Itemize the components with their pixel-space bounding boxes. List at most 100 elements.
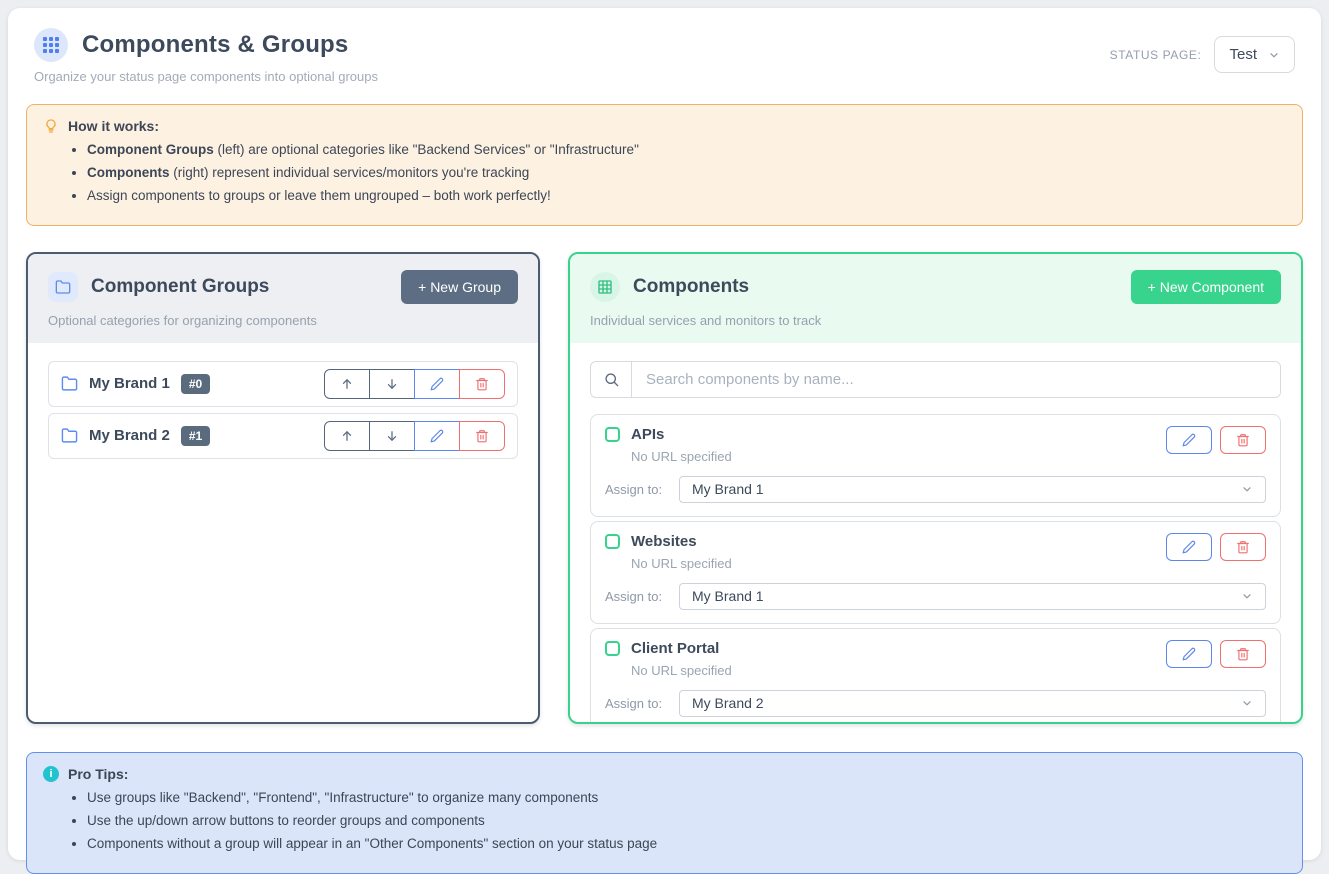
assign-group-select[interactable]: My Brand 1 <box>679 476 1266 503</box>
components-panel-subtitle: Individual services and monitors to trac… <box>590 313 1281 328</box>
component-card: Websites No URL specified Assign to: <box>590 521 1281 624</box>
how-it-works-item: Assign components to groups or leave the… <box>87 187 1286 205</box>
groups-panel-title: Component Groups <box>91 276 269 298</box>
status-page-value: Test <box>1229 46 1257 63</box>
components-groups-page: Components & Groups Organize your status… <box>8 8 1321 860</box>
status-page-select[interactable]: Test <box>1214 36 1295 73</box>
info-icon: i <box>43 766 59 782</box>
assign-to-label: Assign to: <box>605 696 667 711</box>
edit-component-button[interactable] <box>1166 533 1212 561</box>
trash-icon <box>1236 647 1250 661</box>
delete-component-button[interactable] <box>1220 533 1266 561</box>
delete-component-button[interactable] <box>1220 426 1266 454</box>
assigned-group-value: My Brand 2 <box>692 695 764 711</box>
trash-icon <box>1236 540 1250 554</box>
page-subtitle: Organize your status page components int… <box>34 69 378 84</box>
folder-icon <box>61 427 78 444</box>
component-card: Client Portal No URL specified Assign to… <box>590 628 1281 722</box>
assigned-group-value: My Brand 1 <box>692 588 764 604</box>
group-name: My Brand 2 <box>89 427 170 444</box>
component-checkbox[interactable] <box>605 534 620 549</box>
how-it-works-title: How it works: <box>68 118 159 134</box>
move-up-button[interactable] <box>324 421 370 451</box>
edit-component-button[interactable] <box>1166 640 1212 668</box>
components-list: APIs No URL specified Assign to: <box>590 414 1281 722</box>
pencil-icon <box>1182 647 1196 661</box>
component-url-note: No URL specified <box>631 449 732 464</box>
delete-component-button[interactable] <box>1220 640 1266 668</box>
search-icon <box>591 362 632 397</box>
move-down-button[interactable] <box>369 421 415 451</box>
component-actions <box>1166 533 1266 561</box>
component-name: Websites <box>631 533 697 550</box>
group-name: My Brand 1 <box>89 375 170 392</box>
group-row: My Brand 2 #1 <box>48 413 518 459</box>
trash-icon <box>475 429 489 443</box>
move-up-button[interactable] <box>324 369 370 399</box>
pro-tips-item: Use the up/down arrow buttons to reorder… <box>87 812 1286 830</box>
status-page-label: STATUS PAGE: <box>1110 48 1202 62</box>
components-panel-body: APIs No URL specified Assign to: <box>570 343 1301 722</box>
group-order-badge: #0 <box>181 374 210 394</box>
chevron-down-icon <box>1268 49 1280 61</box>
edit-component-button[interactable] <box>1166 426 1212 454</box>
component-checkbox[interactable] <box>605 641 620 656</box>
chevron-down-icon <box>1241 590 1253 602</box>
pro-tips-item: Components without a group will appear i… <box>87 835 1286 853</box>
components-panel-title: Components <box>633 276 749 298</box>
pro-tips-box: i Pro Tips: Use groups like "Backend", "… <box>26 752 1303 874</box>
how-it-works-list: Component Groups (left) are optional cat… <box>87 141 1286 206</box>
trash-icon <box>1236 433 1250 447</box>
pencil-icon <box>430 377 444 391</box>
chevron-down-icon <box>1241 697 1253 709</box>
component-card: APIs No URL specified Assign to: <box>590 414 1281 517</box>
component-actions <box>1166 426 1266 454</box>
edit-group-button[interactable] <box>414 421 460 451</box>
folder-icon <box>48 272 78 302</box>
component-name: APIs <box>631 426 664 443</box>
delete-group-button[interactable] <box>459 369 505 399</box>
pro-tips-list: Use groups like "Backend", "Frontend", "… <box>87 789 1286 854</box>
components-panel: Components + New Component Individual se… <box>568 252 1303 724</box>
how-it-works-item: Component Groups (left) are optional cat… <box>87 141 1286 159</box>
page-title: Components & Groups <box>82 31 348 59</box>
group-row: My Brand 1 #0 <box>48 361 518 407</box>
grid-icon <box>590 272 620 302</box>
assign-to-label: Assign to: <box>605 589 667 604</box>
group-actions <box>324 421 505 451</box>
pencil-icon <box>1182 433 1196 447</box>
chevron-down-icon <box>1241 483 1253 495</box>
new-component-button[interactable]: + New Component <box>1131 270 1281 304</box>
group-actions <box>324 369 505 399</box>
component-name: Client Portal <box>631 640 719 657</box>
components-panel-header: Components + New Component Individual se… <box>570 254 1301 343</box>
groups-panel-subtitle: Optional categories for organizing compo… <box>48 313 518 328</box>
groups-panel-header: Component Groups + New Group Optional ca… <box>28 254 538 343</box>
component-url-note: No URL specified <box>631 556 732 571</box>
panels-row: Component Groups + New Group Optional ca… <box>26 252 1303 724</box>
pencil-icon <box>1182 540 1196 554</box>
component-groups-panel: Component Groups + New Group Optional ca… <box>26 252 540 724</box>
assigned-group-value: My Brand 1 <box>692 481 764 497</box>
arrow-up-icon <box>340 377 354 391</box>
group-order-badge: #1 <box>181 426 210 446</box>
arrow-down-icon <box>385 429 399 443</box>
edit-group-button[interactable] <box>414 369 460 399</box>
new-group-button[interactable]: + New Group <box>401 270 518 304</box>
arrow-down-icon <box>385 377 399 391</box>
groups-panel-body: My Brand 1 #0 My Brand 2 #1 <box>28 343 538 722</box>
assign-group-select[interactable]: My Brand 1 <box>679 583 1266 610</box>
pro-tips-item: Use groups like "Backend", "Frontend", "… <box>87 789 1286 807</box>
search-input[interactable] <box>632 362 1280 397</box>
move-down-button[interactable] <box>369 369 415 399</box>
trash-icon <box>475 377 489 391</box>
folder-icon <box>61 375 78 392</box>
component-checkbox[interactable] <box>605 427 620 442</box>
delete-group-button[interactable] <box>459 421 505 451</box>
component-search <box>590 361 1281 398</box>
lightbulb-icon <box>43 118 59 134</box>
component-url-note: No URL specified <box>631 663 732 678</box>
page-header: Components & Groups Organize your status… <box>26 28 1303 84</box>
assign-group-select[interactable]: My Brand 2 <box>679 690 1266 717</box>
how-it-works-item: Components (right) represent individual … <box>87 164 1286 182</box>
